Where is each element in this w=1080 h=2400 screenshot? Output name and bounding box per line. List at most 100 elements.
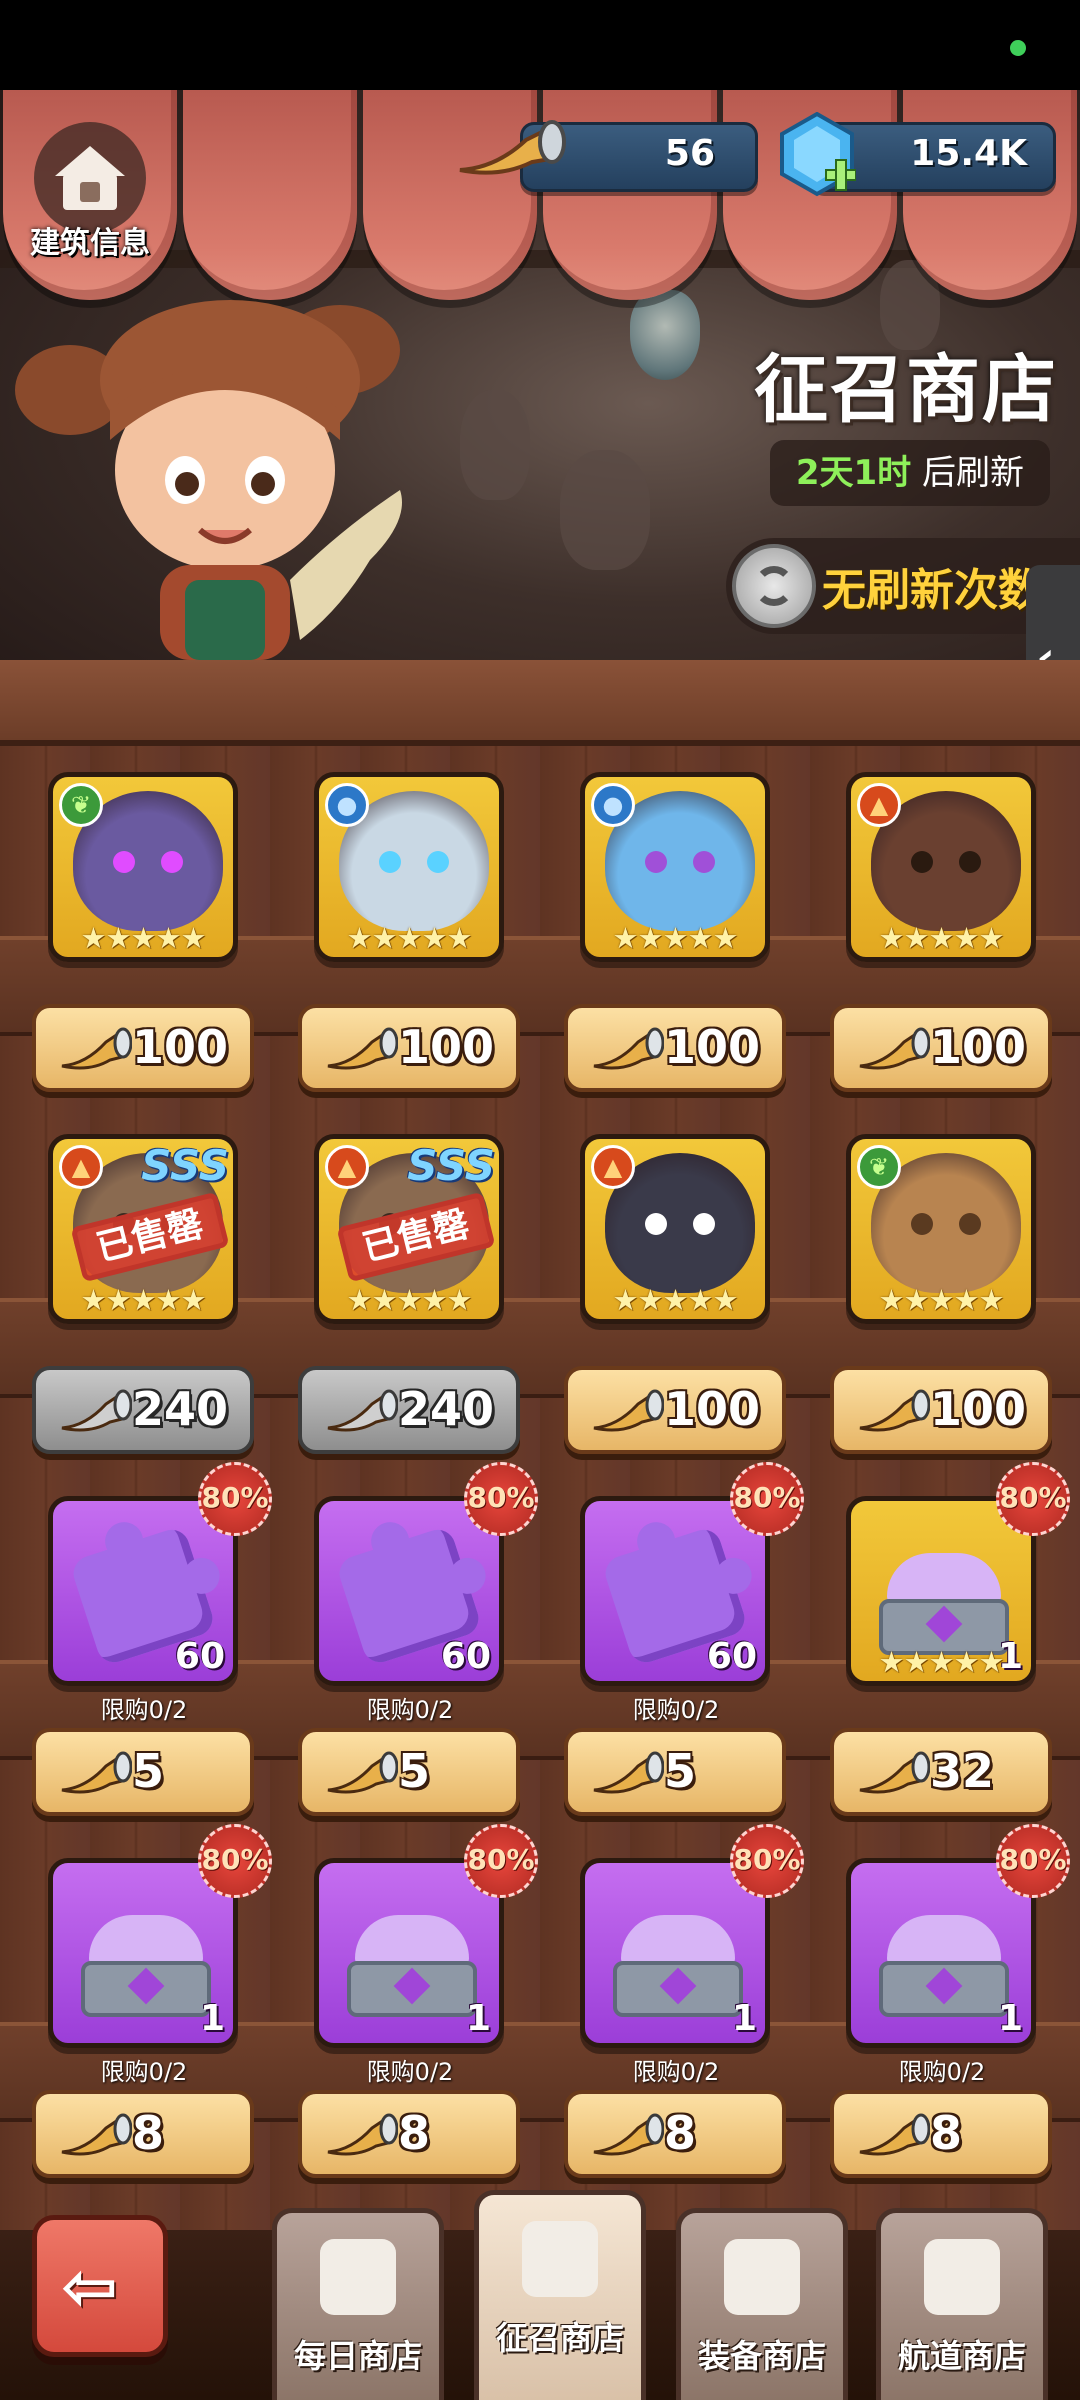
buy-price-button[interactable]: 100 [564,1366,786,1454]
item-quantity: 60 [174,1636,225,1677]
buy-price-button[interactable]: 8 [830,2090,1052,2178]
horn-icon [593,1389,664,1432]
back-button[interactable]: ⇦ [32,2215,168,2357]
rank-badge: SSS [407,1141,495,1190]
hero-card[interactable]: ▲ ★★★★★ [846,772,1036,962]
horn-currency-icon [459,120,566,175]
fire-element-icon: ▲ [325,1145,369,1189]
buy-price-button: 240 [32,1366,254,1454]
star-rating: ★★★★★ [346,921,473,955]
horn-icon [61,2113,132,2156]
vase-decoration [460,390,530,500]
fire-element-icon: ▲ [59,1145,103,1189]
buy-price-button[interactable]: 100 [298,1004,520,1092]
discount-badge: 80% [730,1462,804,1536]
nav-tab-label: 装备商店 [697,2337,826,2375]
horn-icon [522,2221,598,2297]
horn-icon [859,1389,930,1432]
shopkeeper-girl-illustration [15,300,402,660]
discount-badge: 80% [996,1824,1070,1898]
hero-eye [379,851,401,873]
item-quantity: 1 [731,1998,757,2039]
nav-tab-label: 每日商店 [293,2337,422,2375]
nav-tab-equipment-shop[interactable]: 装备商店 [676,2208,848,2400]
horn-icon [327,1389,398,1432]
refresh-timer: 2天1时 后刷新 [769,440,1050,506]
leaf-element-icon: ❦ [857,1145,901,1189]
buy-price-button[interactable]: 5 [32,1728,254,1816]
horn-icon [61,1751,132,1794]
hero-eye [645,1213,667,1235]
hero-card[interactable]: ▲ ★★★★★ SSS 已售罄 [314,1134,504,1324]
item-quantity: 1 [199,1998,225,2039]
treasure-chest-icon [879,1915,1009,2019]
buy-price-button[interactable]: 100 [32,1004,254,1092]
shirt-icon [724,2239,800,2315]
gem-currency-icon[interactable] [778,112,856,198]
item-quantity: 1 [465,1998,491,2039]
hero-eye [911,851,933,873]
buy-price-button[interactable]: 5 [564,1728,786,1816]
nav-tab-route-shop[interactable]: 航道商店 [876,2208,1048,2400]
hero-card[interactable]: ▲ ★★★★★ SSS 已售罄 [48,1134,238,1324]
refresh-button-label: 无刷新次数 [822,565,1042,616]
horn-icon [327,2113,398,2156]
horn-icon [61,1389,132,1432]
refresh-time-value: 2天1时 [795,453,912,493]
hero-card[interactable]: ● ★★★★★ [314,772,504,962]
hero-eye [911,1213,933,1235]
buy-price-button[interactable]: 32 [830,1728,1052,1816]
hero-card[interactable]: ▲ ★★★★★ [580,1134,770,1324]
gem-currency-value: 15.4K [910,133,1027,174]
buy-price-button[interactable]: 100 [564,1004,786,1092]
buy-price-button[interactable]: 8 [32,2090,254,2178]
item-quantity: 1 [997,1998,1023,2039]
horn-icon [61,1027,132,1070]
horn-icon [593,1751,664,1794]
status-bar [0,0,1080,90]
buy-price-button: 240 [298,1366,520,1454]
hero-eye [113,851,135,873]
treasure-chest-icon [879,1553,1009,1657]
nav-tab-label: 航道商店 [897,2337,1026,2375]
treasure-chest-icon [347,1915,477,2019]
purchase-limit-label: 限购0/2 [632,2058,720,2086]
hero-card[interactable]: ● ★★★★★ [580,772,770,962]
star-rating: ★★★★★ [346,1283,473,1317]
back-arrow-icon: ⇦ [61,2248,118,2327]
price-amount: 100 [930,1382,1027,1436]
hero-eye [693,1213,715,1235]
star-rating: ★★★★★ [612,1283,739,1317]
price-amount: 8 [930,2106,963,2160]
price-amount: 100 [664,1382,761,1436]
star-rating: ★★★★★ [878,1283,1005,1317]
buy-price-button[interactable]: 100 [830,1004,1052,1092]
buy-price-button[interactable]: 8 [298,2090,520,2178]
buy-price-button[interactable]: 8 [564,2090,786,2178]
nav-tab-recruit-shop[interactable]: 征召商店 [474,2190,646,2400]
price-amount: 100 [930,1020,1027,1074]
star-rating: ★★★★★ [80,921,207,955]
anchor-icon [924,2239,1000,2315]
discount-badge: 80% [198,1824,272,1898]
horn-icon [327,1751,398,1794]
treasure-chest-icon [81,1915,211,2019]
hero-card[interactable]: ❦ ★★★★★ [48,772,238,962]
hero-card[interactable]: ❦ ★★★★★ [846,1134,1036,1324]
vase-decoration [560,450,650,570]
star-rating: ★★★★★ [878,921,1005,955]
purchase-limit-label: 限购0/2 [366,1696,454,1724]
house-icon [55,146,125,210]
buy-price-button[interactable]: 100 [830,1366,1052,1454]
price-amount: 5 [664,1744,697,1798]
price-amount: 5 [398,1744,431,1798]
fire-element-icon: ▲ [857,783,901,827]
water-element-icon: ● [325,783,369,827]
price-amount: 8 [132,2106,165,2160]
building-info-label: 建筑信息 [30,226,150,261]
price-amount: 5 [132,1744,165,1798]
nav-tab-daily-shop[interactable]: 每日商店 [272,2208,444,2400]
buy-price-button[interactable]: 5 [298,1728,520,1816]
star-rating: ★★★★★ [80,1283,207,1317]
price-amount: 100 [398,1020,495,1074]
